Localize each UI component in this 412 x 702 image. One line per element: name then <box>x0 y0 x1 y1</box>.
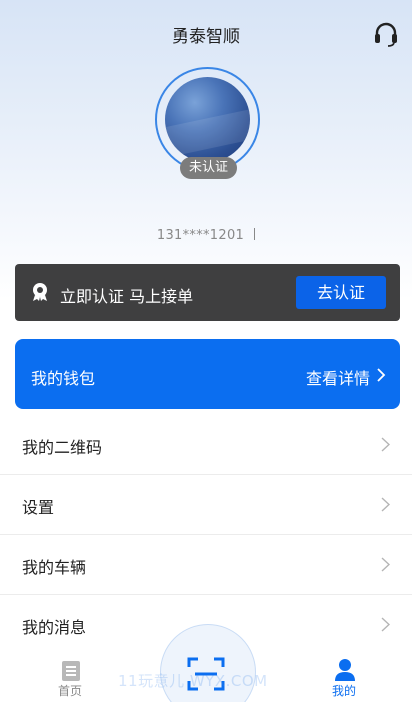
menu-item-vehicles[interactable]: 我的车辆 <box>0 535 412 595</box>
document-icon <box>62 661 80 681</box>
verify-badge-icon <box>33 283 47 301</box>
tab-mine-label: 我的 <box>331 684 356 698</box>
phone-number: 131****1201 <box>156 228 245 243</box>
chevron-right-icon <box>381 557 390 572</box>
headset-icon[interactable] <box>372 20 400 48</box>
watermark-text: 11玩意儿 WYX.COM <box>118 672 268 690</box>
tab-home-label: 首页 <box>57 684 82 698</box>
verify-prompt-text: 立即认证 马上接单 <box>60 287 194 306</box>
wallet-detail-link[interactable]: 查看详情 <box>306 365 370 389</box>
page-title: 勇泰智顺 <box>172 27 240 47</box>
menu-item-label: 我的车辆 <box>22 558 87 577</box>
phone-suffix-mark <box>254 228 256 240</box>
chevron-right-icon <box>381 497 390 512</box>
chevron-right-icon <box>377 368 386 382</box>
menu-item-qrcode[interactable]: 我的二维码 <box>0 415 412 475</box>
menu-item-settings[interactable]: 设置 <box>0 475 412 535</box>
avatar[interactable] <box>165 77 250 162</box>
wallet-title: 我的钱包 <box>31 369 96 388</box>
verify-banner[interactable]: 立即认证 马上接单 去认证 <box>15 264 400 321</box>
menu-item-label: 我的消息 <box>22 618 87 637</box>
status-badge: 未认证 <box>180 157 237 179</box>
chevron-right-icon <box>381 437 390 452</box>
menu-item-label: 我的二维码 <box>22 438 103 457</box>
phone-number-row: 131****1201 <box>0 228 412 243</box>
user-icon <box>335 659 355 681</box>
tab-home[interactable]: 首页 <box>40 656 100 702</box>
wallet-card[interactable]: 我的钱包 查看详情 <box>15 339 400 409</box>
menu-item-label: 设置 <box>22 498 55 517</box>
tab-mine[interactable]: 我的 <box>314 656 374 702</box>
top-bar: 勇泰智顺 <box>0 0 412 66</box>
profile-page: 勇泰智顺 未认证 131****1201 立即认证 马上接单 去认证 我的钱包 … <box>0 0 412 702</box>
go-verify-button[interactable]: 去认证 <box>296 276 386 309</box>
chevron-right-icon <box>381 617 390 632</box>
